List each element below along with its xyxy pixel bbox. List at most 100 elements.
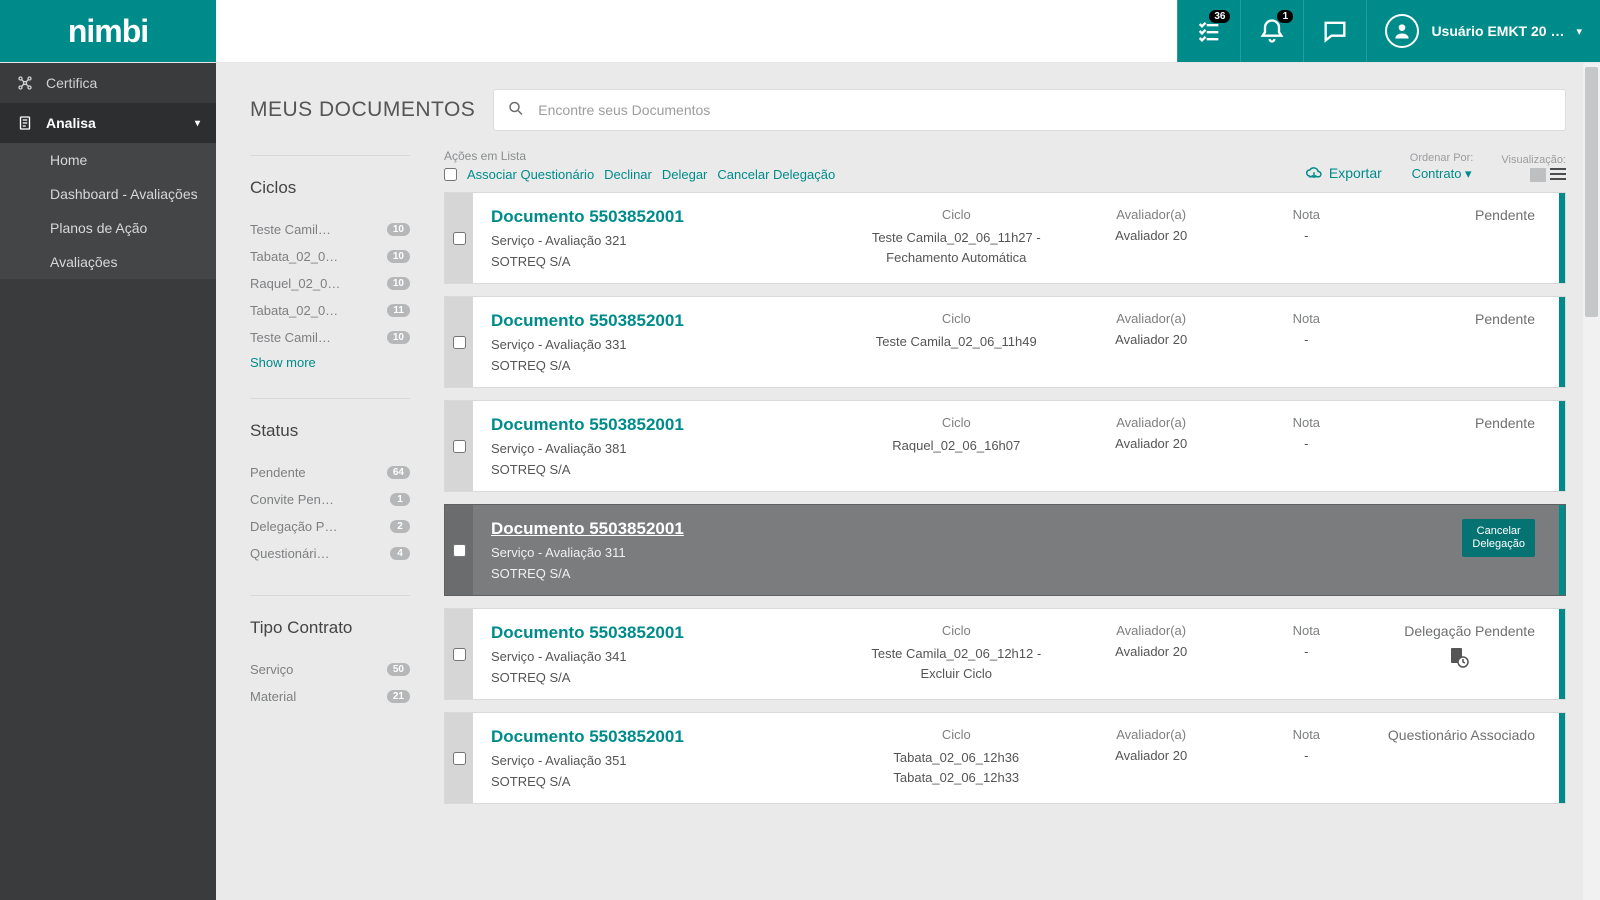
filter-count-badge: 10 xyxy=(387,250,410,263)
document-row[interactable]: Documento 5503852001 Serviço - Avaliação … xyxy=(444,296,1566,388)
filter-item[interactable]: Teste Camil…10 xyxy=(250,216,410,243)
col-ciclo-header: Ciclo xyxy=(853,727,1060,742)
filter-item[interactable]: Delegação P…2 xyxy=(250,513,410,540)
scrollbar[interactable] xyxy=(1583,63,1600,900)
document-row[interactable]: Documento 5503852001Serviço - Avaliação … xyxy=(444,400,1566,492)
filter-item[interactable]: Serviço50 xyxy=(250,656,410,683)
user-name: Usuário EMKT 20 … xyxy=(1431,23,1564,39)
status-label: Delegação Pendente xyxy=(1382,623,1535,639)
notifications-icon[interactable]: 1 xyxy=(1240,0,1303,62)
sidebar-item-certifica[interactable]: Certifica xyxy=(0,63,216,103)
view-list-icon[interactable] xyxy=(1550,168,1566,182)
sidebar-sub-dashboard[interactable]: Dashboard - Avaliações xyxy=(0,177,216,211)
col-avaliador-header: Avaliador(a) xyxy=(1072,311,1231,326)
col-ciclo-header: Ciclo xyxy=(853,623,1060,638)
document-title-link[interactable]: Documento 5503852001 xyxy=(491,623,841,643)
document-subtitle: Serviço - Avaliação 321 xyxy=(491,233,841,248)
filter-item[interactable]: Pendente64 xyxy=(250,459,410,486)
document-title-link[interactable]: Documento 5503852001 xyxy=(491,415,841,435)
row-checkbox[interactable] xyxy=(453,648,466,661)
filter-section-tipo: Tipo Contrato Serviço50Material21 xyxy=(250,618,410,710)
sidebar-sub-planos[interactable]: Planos de Ação xyxy=(0,211,216,245)
filter-section-status: Status Pendente64Convite Pen…1Delegação … xyxy=(250,421,410,567)
ciclo-value: Teste Camila_02_06_12h12 - Excluir Ciclo xyxy=(871,646,1041,681)
col-nota-header: Nota xyxy=(1243,415,1370,430)
filter-item[interactable]: Tabata_02_0… 10 xyxy=(250,243,410,270)
row-checkbox[interactable] xyxy=(453,440,466,453)
filter-count-badge: 21 xyxy=(387,690,410,703)
messages-icon[interactable] xyxy=(1303,0,1366,62)
row-checkbox[interactable] xyxy=(453,232,466,245)
document-title-link[interactable]: Documento 5503852001 xyxy=(491,519,841,539)
col-nota-header: Nota xyxy=(1243,623,1370,638)
filter-item[interactable]: Material21 xyxy=(250,683,410,710)
brand-text: nimbi xyxy=(68,13,148,50)
filter-count-badge: 4 xyxy=(390,547,410,560)
document-company: SOTREQ S/A xyxy=(491,670,841,685)
document-subtitle: Serviço - Avaliação 331 xyxy=(491,337,841,352)
col-ciclo-header: Ciclo xyxy=(853,311,1060,326)
sidebar-sub-home[interactable]: Home xyxy=(0,143,216,177)
action-associar[interactable]: Associar Questionário xyxy=(467,167,594,182)
search-input[interactable] xyxy=(493,89,1566,131)
document-title-link[interactable]: Documento 5503852001 xyxy=(491,727,841,747)
col-avaliador-header: Avaliador(a) xyxy=(1072,727,1231,742)
document-title-link[interactable]: Documento 5503852001 xyxy=(491,311,841,331)
filter-item[interactable]: Tabata_02_0…11 xyxy=(250,297,410,324)
filter-item[interactable]: Teste Camil…10 xyxy=(250,324,410,351)
row-checkbox[interactable] xyxy=(453,752,466,765)
nota-value: - xyxy=(1304,748,1308,763)
avaliador-value: Avaliador 20 xyxy=(1115,748,1187,763)
tasks-icon[interactable]: 36 xyxy=(1177,0,1240,62)
filter-item[interactable]: Questionári… 4 xyxy=(250,540,410,567)
filter-count-badge: 10 xyxy=(387,277,410,290)
document-row[interactable]: Documento 5503852001 Serviço - Avaliação … xyxy=(444,192,1566,284)
row-checkbox[interactable] xyxy=(453,544,466,557)
select-all-checkbox[interactable] xyxy=(444,168,457,181)
document-company: SOTREQ S/A xyxy=(491,358,841,373)
filter-item[interactable]: Raquel_02_0…10 xyxy=(250,270,410,297)
document-subtitle: Serviço - Avaliação 341 xyxy=(491,649,841,664)
filter-count-badge: 10 xyxy=(387,331,410,344)
sort-dropdown[interactable]: Contrato ▾ xyxy=(1412,166,1472,181)
cancel-delegation-button[interactable]: CancelarDelegação xyxy=(1462,519,1535,557)
export-link[interactable]: Exportar xyxy=(1305,164,1382,182)
filter-item-label: Tabata_02_0… xyxy=(250,303,338,318)
filter-item[interactable]: Convite Pen…1 xyxy=(250,486,410,513)
filter-item-label: Questionári… xyxy=(250,546,329,561)
cloud-download-icon xyxy=(1305,164,1323,182)
page-title: MEUS DOCUMENTOS xyxy=(250,98,475,122)
action-declinar[interactable]: Declinar xyxy=(604,167,652,182)
document-subtitle: Serviço - Avaliação 351 xyxy=(491,753,841,768)
row-checkbox[interactable] xyxy=(453,336,466,349)
avaliador-value: Avaliador 20 xyxy=(1115,228,1187,243)
sidebar-sub-avaliacoes[interactable]: Avaliações xyxy=(0,245,216,279)
avatar-icon xyxy=(1385,14,1419,48)
status-stripe xyxy=(1559,713,1565,803)
nota-value: - xyxy=(1304,228,1308,243)
ciclo-value: Raquel_02_06_16h07 xyxy=(892,438,1020,453)
export-label: Exportar xyxy=(1329,165,1382,181)
document-row[interactable]: Documento 5503852001 Serviço - Avaliação … xyxy=(444,608,1566,700)
status-label: Pendente xyxy=(1382,415,1535,431)
show-more-link[interactable]: Show more xyxy=(250,351,316,370)
document-row[interactable]: Documento 5503852001 Serviço - Avaliação … xyxy=(444,712,1566,804)
document-row[interactable]: Documento 5503852001Serviço - Avaliação … xyxy=(444,504,1566,596)
filter-count-badge: 50 xyxy=(387,663,410,676)
avaliador-value: Avaliador 20 xyxy=(1115,332,1187,347)
col-ciclo-header: Ciclo xyxy=(853,207,1060,222)
brand-logo[interactable]: nimbi xyxy=(0,0,216,62)
status-stripe xyxy=(1559,609,1565,699)
sidebar-item-analisa[interactable]: Analisa ▾ xyxy=(0,103,216,143)
document-company: SOTREQ S/A xyxy=(491,566,841,581)
filter-item-label: Pendente xyxy=(250,465,306,480)
document-title-link[interactable]: Documento 5503852001 xyxy=(491,207,841,227)
col-avaliador-header: Avaliador(a) xyxy=(1072,623,1231,638)
nota-value: - xyxy=(1304,436,1308,451)
user-menu[interactable]: Usuário EMKT 20 … ▾ xyxy=(1366,0,1600,62)
action-delegar[interactable]: Delegar xyxy=(662,167,708,182)
view-grid-icon[interactable] xyxy=(1530,168,1546,182)
filter-item-label: Tabata_02_0… xyxy=(250,249,338,264)
filter-title: Tipo Contrato xyxy=(250,618,410,642)
action-cancelar[interactable]: Cancelar Delegação xyxy=(717,167,835,182)
